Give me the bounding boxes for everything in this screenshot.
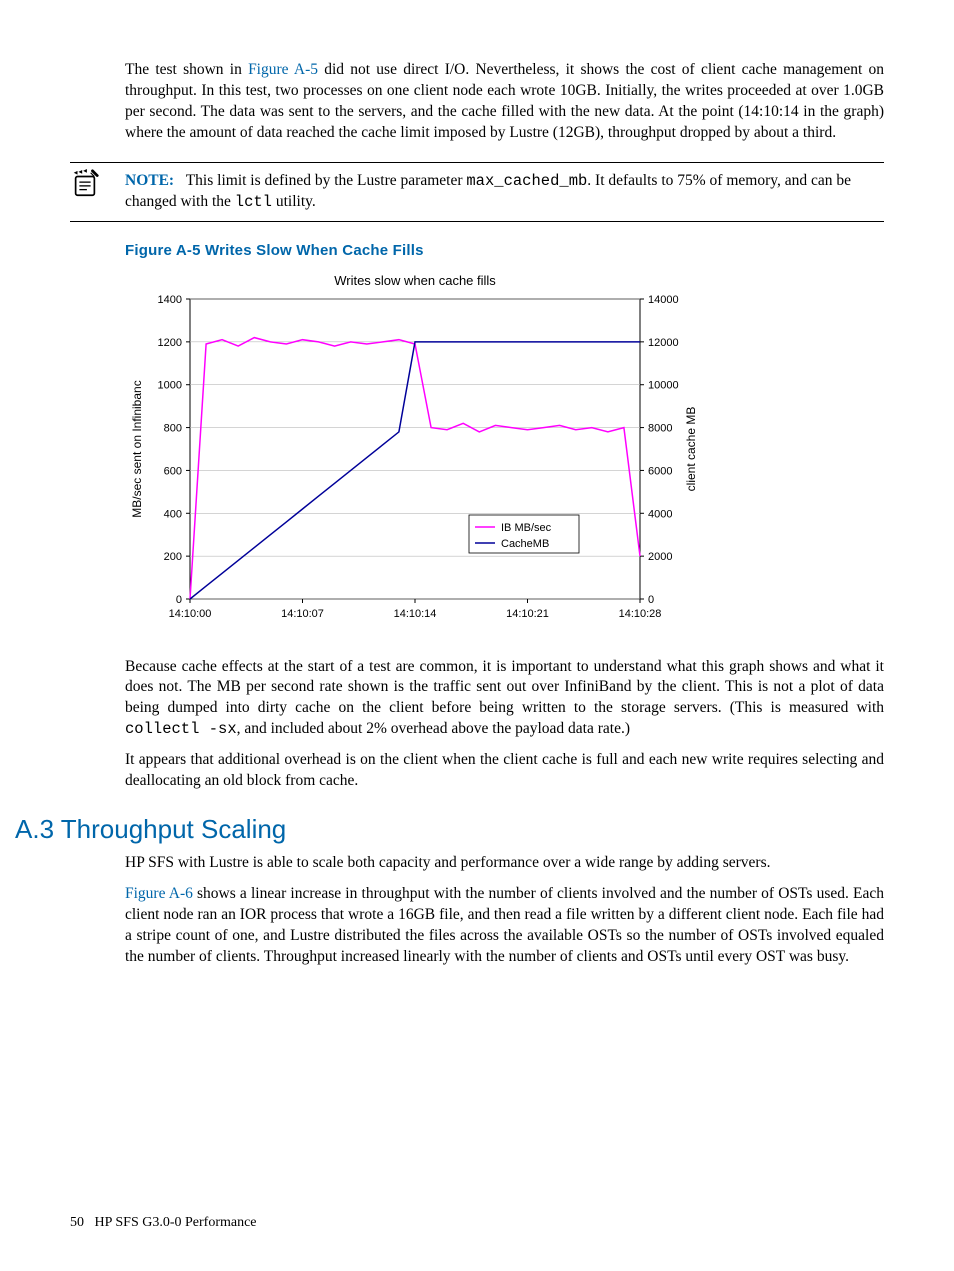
code: lctl (235, 193, 272, 211)
svg-text:0: 0 (648, 594, 654, 606)
svg-text:MB/sec sent on Infinibanc: MB/sec sent on Infinibanc (130, 380, 144, 517)
svg-text:IB MB/sec: IB MB/sec (501, 522, 552, 534)
svg-text:400: 400 (164, 508, 182, 520)
svg-text:14:10:00: 14:10:00 (169, 608, 212, 620)
page-number: 50 (70, 1215, 84, 1230)
paragraph-2: Because cache effects at the start of a … (125, 657, 884, 741)
figure-caption: Figure A-5 Writes Slow When Cache Fills (125, 242, 884, 259)
note-label: NOTE: (125, 172, 174, 189)
svg-text:14:10:14: 14:10:14 (394, 608, 437, 620)
code: collectl -sx (125, 720, 237, 738)
note-block: NOTE: This limit is defined by the Lustr… (70, 162, 884, 222)
svg-text:800: 800 (164, 422, 182, 434)
svg-text:0: 0 (176, 594, 182, 606)
text: This limit is defined by the Lustre para… (186, 172, 467, 189)
note-icon (70, 169, 100, 199)
paragraph-1: The test shown in Figure A-5 did not use… (125, 60, 884, 144)
code: max_cached_mb (466, 172, 587, 190)
text: shows a linear increase in throughput wi… (125, 885, 884, 965)
figure-link-a6[interactable]: Figure A-6 (125, 885, 193, 902)
svg-text:6000: 6000 (648, 465, 672, 477)
page-footer: 50 HP SFS G3.0-0 Performance (70, 1215, 257, 1231)
text: , and included about 2% overhead above t… (237, 720, 630, 737)
svg-text:1400: 1400 (158, 294, 182, 306)
figure-link-a5[interactable]: Figure A-5 (248, 61, 318, 78)
chart-figure-a5: Writes slow when cache fills 0 200 400 600 80… (125, 269, 705, 639)
paragraph-4: HP SFS with Lustre is able to scale both… (125, 853, 884, 874)
svg-text:CacheMB: CacheMB (501, 538, 549, 550)
svg-text:4000: 4000 (648, 508, 672, 520)
paragraph-5: Figure A-6 shows a linear increase in th… (125, 884, 884, 968)
text: Because cache effects at the start of a … (125, 658, 884, 717)
svg-text:10000: 10000 (648, 379, 679, 391)
svg-text:Writes slow when cache fills: Writes slow when cache fills (334, 273, 496, 288)
svg-text:8000: 8000 (648, 422, 672, 434)
footer-text: HP SFS G3.0-0 Performance (95, 1215, 257, 1230)
text: utility. (272, 193, 316, 210)
svg-text:14:10:28: 14:10:28 (619, 608, 662, 620)
svg-text:client cache MB: client cache MB (684, 406, 698, 491)
text: The test shown in (125, 61, 248, 78)
svg-text:1200: 1200 (158, 336, 182, 348)
paragraph-3: It appears that additional overhead is o… (125, 750, 884, 792)
svg-text:600: 600 (164, 465, 182, 477)
svg-text:2000: 2000 (648, 551, 672, 563)
svg-text:14:10:07: 14:10:07 (281, 608, 324, 620)
svg-text:200: 200 (164, 551, 182, 563)
section-heading: A.3 Throughput Scaling (15, 814, 884, 845)
svg-text:1000: 1000 (158, 379, 182, 391)
svg-text:14000: 14000 (648, 294, 679, 306)
svg-text:12000: 12000 (648, 336, 679, 348)
svg-text:14:10:21: 14:10:21 (506, 608, 549, 620)
